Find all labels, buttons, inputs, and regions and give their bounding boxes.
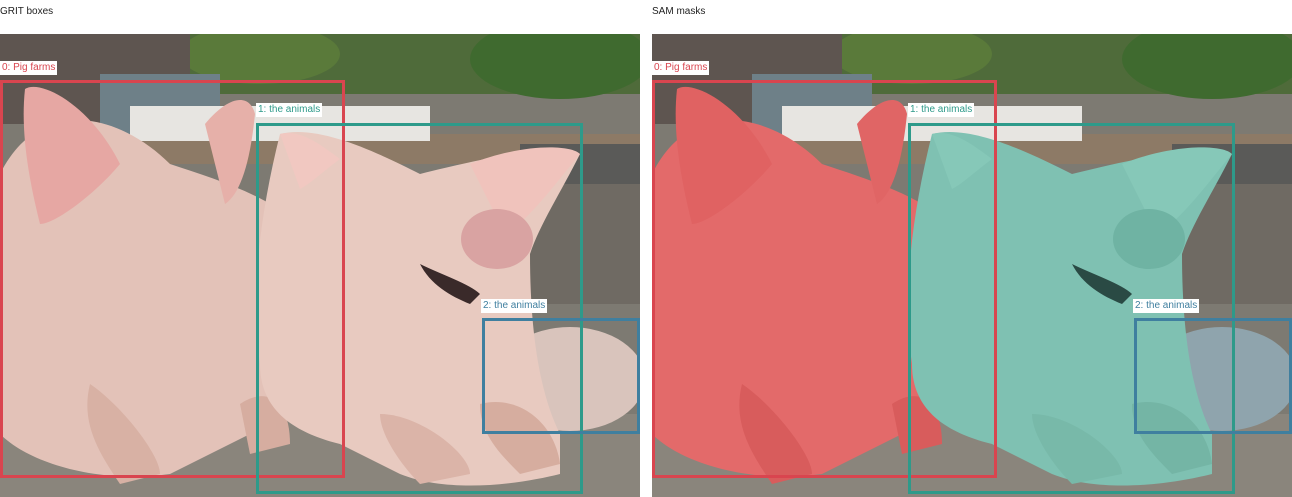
sam-box-label-2: 2: the animals bbox=[1133, 299, 1200, 313]
grit-box-2 bbox=[482, 318, 640, 434]
sam-box-2 bbox=[1134, 318, 1292, 434]
panel-title-sam: SAM masks bbox=[652, 6, 706, 17]
panel-title-grit: GRIT boxes bbox=[0, 6, 54, 17]
grit-box-label-1: 1: the animals bbox=[256, 103, 323, 117]
grit-box-label-2: 2: the animals bbox=[481, 299, 548, 313]
sam-masks-panel: 0: Pig farms 1: the animals 2: the anima… bbox=[652, 34, 1292, 497]
sam-box-label-0: 0: Pig farms bbox=[652, 61, 710, 75]
grit-boxes-panel: 0: Pig farms 1: the animals 2: the anima… bbox=[0, 34, 640, 497]
sam-box-label-1: 1: the animals bbox=[908, 103, 975, 117]
grit-box-label-0: 0: Pig farms bbox=[0, 61, 58, 75]
